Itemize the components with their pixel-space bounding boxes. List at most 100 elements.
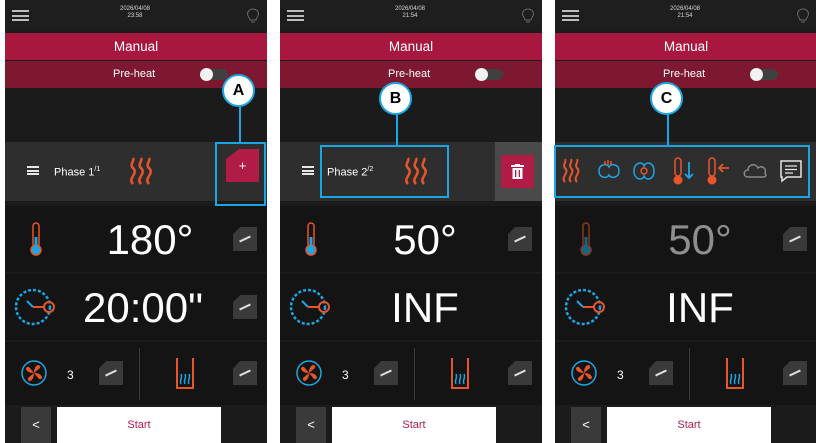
preheat-bar: Pre-heat: [555, 61, 816, 88]
leader-line-c: [667, 113, 669, 145]
edit-fan-button[interactable]: [374, 361, 398, 385]
back-button[interactable]: <: [571, 407, 601, 443]
highlight-box-a: [215, 142, 266, 206]
temperature-row: 50°: [555, 206, 816, 272]
steam-tray-icon: [451, 358, 469, 389]
clock-icon: [289, 288, 330, 326]
page-title: Manual: [388, 39, 434, 54]
edit-temperature-button[interactable]: [508, 227, 532, 251]
clock-icon: [564, 288, 605, 326]
steam-tray-icon: [176, 358, 194, 389]
leader-line-b: [396, 113, 398, 145]
menu-icon[interactable]: [12, 10, 29, 21]
edit-temperature-button[interactable]: [783, 227, 807, 251]
thermometer-icon: [580, 222, 592, 256]
settings-row: 3: [280, 342, 542, 405]
steam-tray-icon: [726, 358, 744, 389]
lightbulb-icon[interactable]: [246, 8, 260, 24]
page-title: Manual: [113, 39, 159, 54]
date: 2026/04/08: [119, 6, 151, 12]
date: 2026/04/08: [669, 6, 701, 12]
edit-time-button[interactable]: [233, 295, 257, 319]
heat-waves-icon: [130, 157, 152, 185]
preheat-toggle[interactable]: [200, 68, 228, 81]
edit-tray-button[interactable]: [508, 361, 532, 385]
time-value[interactable]: 20:00": [63, 284, 223, 332]
lightbulb-icon[interactable]: [796, 8, 810, 24]
start-label: Start: [677, 419, 701, 431]
settings-row: 3: [555, 342, 816, 405]
preheat-toggle[interactable]: [750, 68, 778, 81]
page-title-bar: Manual: [280, 33, 542, 60]
datetime: 2026/04/08 23:58: [95, 6, 175, 20]
lightbulb-icon[interactable]: [521, 8, 535, 24]
preheat-label: Pre-heat: [388, 68, 431, 80]
menu-icon[interactable]: [562, 10, 579, 21]
temperature-value[interactable]: 50°: [360, 216, 490, 264]
temperature-row: 50°: [280, 206, 542, 272]
preheat-label: Pre-heat: [663, 68, 706, 80]
preheat-bar: Pre-heat: [280, 61, 542, 88]
preheat-label: Pre-heat: [113, 68, 156, 80]
list-icon[interactable]: [27, 166, 39, 175]
settings-row: 3: [5, 342, 267, 405]
callout-c: C: [650, 82, 683, 115]
fan-speed-value: 3: [67, 368, 74, 382]
time-value[interactable]: INF: [635, 284, 765, 332]
page-title: Manual: [663, 39, 709, 54]
temperature-value[interactable]: 50°: [635, 216, 765, 264]
date: 2026/04/08: [394, 6, 426, 12]
delete-phase-button[interactable]: [501, 155, 534, 188]
time-row: INF: [555, 274, 816, 340]
fan-speed-value: 3: [342, 368, 349, 382]
callout-a: A: [222, 74, 255, 107]
temperature-value[interactable]: 180°: [85, 216, 215, 264]
edit-tray-button[interactable]: [233, 361, 257, 385]
edit-fan-button[interactable]: [649, 361, 673, 385]
start-label: Start: [127, 419, 151, 431]
time-row: INF: [280, 274, 542, 340]
start-button[interactable]: Start: [57, 407, 221, 443]
thermometer-icon: [305, 222, 317, 256]
list-icon[interactable]: [302, 166, 314, 175]
fan-speed-value: 3: [617, 368, 624, 382]
edit-temperature-button[interactable]: [233, 227, 257, 251]
start-button[interactable]: Start: [332, 407, 496, 443]
time-row: 20:00": [5, 274, 267, 340]
highlight-box-c: [554, 145, 810, 198]
screen-2: 2026/04/08 21:54 Manual Pre-heat Phase 2/…: [280, 0, 542, 443]
fan-icon: [296, 360, 322, 386]
phase-label[interactable]: Phase 1/1: [54, 166, 100, 179]
fan-icon: [21, 360, 47, 386]
screen-3: 2026/04/08 21:54 Manual Pre-heat 50° INF …: [555, 0, 816, 443]
time-value[interactable]: INF: [360, 284, 490, 332]
clock-icon: [14, 288, 55, 326]
back-button[interactable]: <: [296, 407, 326, 443]
back-button[interactable]: <: [21, 407, 51, 443]
leader-line-a: [239, 103, 241, 142]
thermometer-icon: [30, 222, 42, 256]
edit-tray-button[interactable]: [783, 361, 807, 385]
start-button[interactable]: Start: [607, 407, 771, 443]
start-label: Start: [402, 419, 426, 431]
edit-fan-button[interactable]: [99, 361, 123, 385]
top-bar: 2026/04/08 23:58: [5, 0, 267, 31]
top-bar: 2026/04/08 21:54: [280, 0, 542, 31]
trash-icon: [511, 164, 524, 179]
callout-b: B: [379, 82, 412, 115]
row-divider: [689, 348, 690, 400]
highlight-box-b: [320, 145, 449, 198]
preheat-toggle[interactable]: [475, 68, 503, 81]
fan-icon: [571, 360, 597, 386]
top-bar: 2026/04/08 21:54: [555, 0, 816, 31]
temperature-row: 180°: [5, 206, 267, 272]
page-title-bar: Manual: [5, 33, 267, 60]
screen-1: 2026/04/08 23:58 Manual Pre-heat Phase 1/…: [5, 0, 267, 443]
delete-phase-area: [495, 142, 542, 201]
datetime: 2026/04/08 21:54: [645, 6, 725, 20]
time: 21:54: [402, 13, 418, 19]
row-divider: [414, 348, 415, 400]
menu-icon[interactable]: [287, 10, 304, 21]
datetime: 2026/04/08 21:54: [370, 6, 450, 20]
row-divider: [139, 348, 140, 400]
